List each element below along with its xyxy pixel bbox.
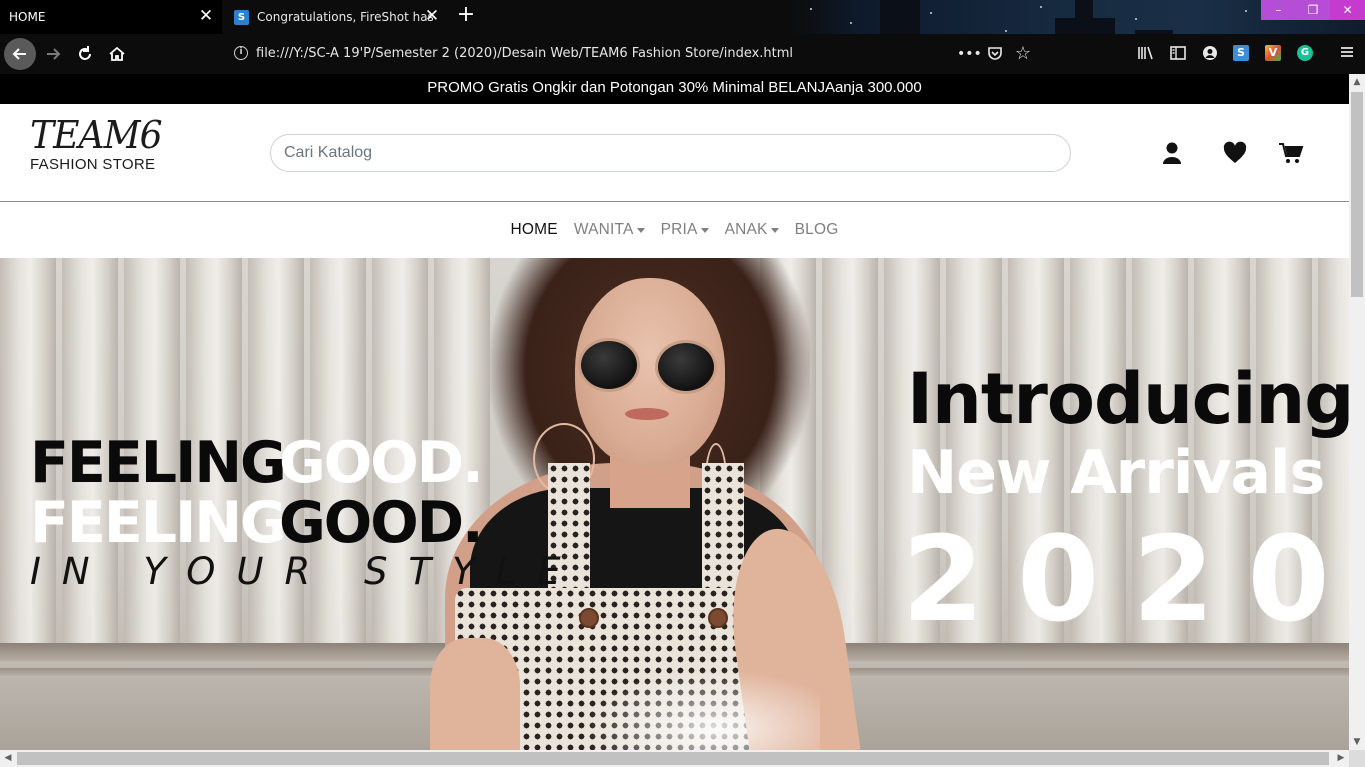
extension-v-icon[interactable]: V	[1265, 45, 1283, 63]
nav-blog[interactable]: BLOG	[787, 221, 847, 239]
tab-home[interactable]: HOME ✕	[0, 0, 222, 34]
nav-label: WANITA	[573, 221, 634, 238]
hero-feeling-dark: FEELING	[30, 430, 287, 496]
horizontal-scroll-thumb[interactable]	[17, 752, 1329, 765]
more-icon[interactable]: •••	[957, 45, 982, 63]
hero-good-light: GOOD.	[279, 430, 484, 496]
site-logo[interactable]: TEAM6 FASHION STORE	[30, 114, 169, 173]
pocket-icon[interactable]	[986, 45, 1004, 63]
nav-pria[interactable]: PRIA	[653, 221, 717, 239]
hero-introducing: Introducing	[907, 358, 1349, 440]
nav-home[interactable]: HOME	[503, 221, 566, 239]
scroll-up-icon[interactable]: ▲	[1349, 74, 1365, 90]
forward-button[interactable]	[37, 38, 69, 70]
browser-nav-bar: i file:///Y:/SC-A 19'P/Semester 2 (2020)…	[0, 34, 1365, 74]
horizontal-scrollbar[interactable]: ◀ ▶	[0, 750, 1349, 767]
reload-button[interactable]	[69, 38, 101, 70]
logo-subtitle: FASHION STORE	[30, 156, 156, 173]
arrow-left-icon	[12, 48, 26, 60]
scrollbar-corner	[1349, 750, 1365, 767]
caret-down-icon	[770, 228, 779, 233]
main-nav: HOME WANITA PRIA ANAK BLOG	[0, 202, 1349, 258]
tab-fireshot[interactable]: S Congratulations, FireShot has b ✕	[226, 0, 448, 34]
nav-label: HOME	[510, 221, 558, 238]
url-bar[interactable]: file:///Y:/SC-A 19'P/Semester 2 (2020)/D…	[224, 39, 1044, 69]
star-icon[interactable]: ☆	[1014, 45, 1032, 63]
library-icon[interactable]	[1137, 45, 1155, 63]
back-button[interactable]	[4, 38, 36, 70]
hero-new-arrivals: New Arrivals	[907, 438, 1325, 508]
minimize-button[interactable]: –	[1261, 0, 1296, 20]
nav-label: PRIA	[660, 221, 698, 238]
hero-year: 2 0 2 0	[902, 510, 1330, 648]
grammarly-icon[interactable]: G	[1297, 45, 1315, 63]
hero-good-dark: GOOD.	[279, 490, 484, 556]
caret-down-icon	[636, 228, 645, 233]
sidebar-icon[interactable]	[1169, 45, 1187, 63]
arrow-right-icon	[47, 48, 61, 60]
logo-wordmark: TEAM6	[30, 113, 163, 157]
user-icon[interactable]	[1159, 140, 1185, 166]
scroll-left-icon[interactable]: ◀	[0, 750, 16, 767]
restore-button[interactable]: ❐	[1296, 0, 1331, 20]
nav-label: BLOG	[794, 221, 839, 238]
close-window-button[interactable]: ✕	[1330, 0, 1365, 20]
tab-title: Congratulations, FireShot has b	[257, 10, 433, 24]
new-tab-button[interactable]: +	[455, 4, 477, 28]
site-header: TEAM6 FASHION STORE	[0, 104, 1349, 202]
nav-wanita[interactable]: WANITA	[566, 221, 653, 239]
close-tab-icon[interactable]: ✕	[424, 8, 440, 25]
home-icon	[109, 46, 125, 61]
window-controls: – ❐ ✕	[1261, 0, 1365, 20]
scroll-right-icon[interactable]: ▶	[1333, 750, 1349, 767]
hero-feeling-light: FEELING	[30, 490, 287, 556]
browser-tab-bar: HOME ✕ S Congratulations, FireShot has b…	[0, 0, 1365, 34]
close-tab-icon[interactable]: ✕	[198, 8, 214, 25]
nav-anak[interactable]: ANAK	[717, 221, 787, 239]
hero-banner: FEELING GOOD. FEELING GOOD. IN YOUR STYL…	[0, 258, 1349, 750]
scroll-down-icon[interactable]: ▼	[1349, 734, 1365, 750]
tab-title: HOME	[9, 10, 46, 24]
home-button[interactable]	[101, 38, 133, 70]
reload-icon	[79, 46, 91, 60]
heart-icon[interactable]	[1222, 140, 1248, 166]
promo-banner: PROMO Gratis Ongkir dan Potongan 30% Min…	[0, 74, 1349, 104]
nav-label: ANAK	[724, 221, 768, 238]
account-icon[interactable]	[1201, 45, 1219, 63]
fireshot-icon[interactable]: S	[1233, 45, 1251, 63]
menu-icon[interactable]	[1338, 45, 1356, 63]
caret-down-icon	[700, 228, 709, 233]
cart-icon[interactable]	[1278, 140, 1304, 166]
vertical-scrollbar[interactable]: ▲ ▼	[1349, 74, 1365, 750]
vertical-scroll-thumb[interactable]	[1351, 92, 1363, 297]
fireshot-favicon-icon: S	[234, 9, 249, 25]
hero-tagline: IN YOUR STYLE	[30, 550, 582, 593]
search-input[interactable]	[270, 134, 1071, 172]
